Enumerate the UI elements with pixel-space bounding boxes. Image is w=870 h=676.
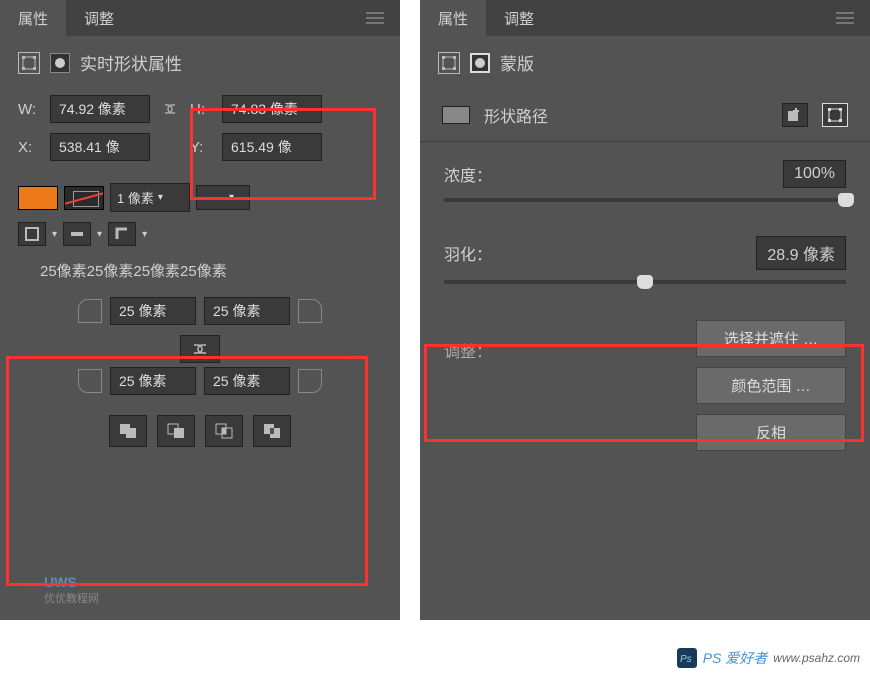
mask-indicator-icon bbox=[50, 53, 70, 73]
invert-button[interactable]: 反相 bbox=[696, 414, 846, 451]
panel-menu-icon[interactable] bbox=[358, 8, 392, 28]
stroke-style-dropdown[interactable]: — ▾ bbox=[196, 185, 250, 210]
pathop-exclude-icon[interactable] bbox=[253, 415, 291, 447]
y-input[interactable] bbox=[222, 133, 322, 161]
stroke-swatch[interactable] bbox=[64, 186, 104, 210]
fill-stroke-row: 1 像素 ▾ — ▾ bbox=[0, 177, 400, 218]
width-label: W: bbox=[18, 101, 42, 118]
height-label: H: bbox=[190, 101, 214, 118]
x-input[interactable] bbox=[50, 133, 150, 161]
x-label: X: bbox=[18, 139, 42, 156]
refine-buttons: 选择并遮住 … 颜色范围 … 反相 bbox=[516, 320, 870, 471]
watermark-right: Ps PS 爱好者 www.psahz.com bbox=[677, 648, 860, 668]
add-vector-mask-icon[interactable] bbox=[822, 103, 848, 127]
live-shape-icon bbox=[18, 52, 40, 74]
select-and-mask-button[interactable]: 选择并遮住 … bbox=[696, 320, 846, 357]
dimensions-group: W: H: X: Y: bbox=[0, 89, 400, 177]
density-slider[interactable] bbox=[444, 198, 846, 202]
panel-menu-icon[interactable] bbox=[828, 8, 862, 28]
chevron-down-icon: ▾ bbox=[158, 192, 163, 203]
link-corners-button[interactable] bbox=[180, 335, 220, 363]
chevron-down-icon[interactable]: ▾ bbox=[97, 229, 102, 240]
section-header: 实时形状属性 bbox=[0, 36, 400, 89]
mask-icon bbox=[470, 53, 490, 73]
watermark-left-brand: UWS bbox=[44, 574, 99, 590]
slider-thumb-icon[interactable] bbox=[637, 275, 653, 289]
stroke-style-value: — bbox=[212, 190, 225, 205]
corner-bl-input[interactable] bbox=[110, 367, 196, 395]
cap-butt-icon[interactable] bbox=[63, 222, 91, 246]
section-title: 蒙版 bbox=[500, 50, 534, 75]
slider-thumb-icon[interactable] bbox=[838, 193, 854, 207]
mask-subtype-row: 形状路径 bbox=[420, 89, 870, 142]
density-block: 浓度： 100% bbox=[420, 142, 870, 218]
corner-bl-icon bbox=[78, 369, 102, 393]
path-operations-row bbox=[18, 405, 382, 461]
width-input[interactable] bbox=[50, 95, 150, 123]
chevron-down-icon[interactable]: ▾ bbox=[52, 229, 57, 240]
corner-radius-group bbox=[0, 291, 400, 467]
section-title: 实时形状属性 bbox=[80, 50, 182, 75]
feather-block: 羽化： 28.9 像素 bbox=[420, 218, 870, 300]
feather-label: 羽化： bbox=[444, 241, 492, 265]
watermark-right-brand: PS 爱好者 bbox=[703, 648, 768, 668]
tab-properties[interactable]: 属性 bbox=[420, 0, 486, 37]
corner-tl-input[interactable] bbox=[110, 297, 196, 325]
align-row: ▾ ▾ ▾ bbox=[0, 218, 400, 250]
tab-adjustments[interactable]: 调整 bbox=[66, 0, 132, 37]
panel-tabs: 属性 调整 bbox=[420, 0, 870, 36]
corner-summary: 25像素25像素25像素25像素 bbox=[0, 250, 400, 291]
mask-thumb-icon bbox=[442, 106, 470, 124]
corner-tl-icon bbox=[78, 299, 102, 323]
watermark-right-url: www.psahz.com bbox=[773, 651, 860, 665]
feather-value[interactable]: 28.9 像素 bbox=[756, 236, 846, 270]
pathop-subtract-icon[interactable] bbox=[157, 415, 195, 447]
add-pixel-mask-icon[interactable] bbox=[782, 103, 808, 127]
fill-swatch[interactable] bbox=[18, 186, 58, 210]
pathop-intersect-icon[interactable] bbox=[205, 415, 243, 447]
ps-logo-icon: Ps bbox=[677, 648, 697, 668]
refine-label: 调整： bbox=[420, 320, 516, 368]
corner-tr-icon bbox=[298, 299, 322, 323]
tab-properties[interactable]: 属性 bbox=[0, 0, 66, 37]
chevron-down-icon[interactable]: ▾ bbox=[142, 229, 147, 240]
corner-miter-icon[interactable] bbox=[108, 222, 136, 246]
align-inside-icon[interactable] bbox=[18, 222, 46, 246]
corner-tr-input[interactable] bbox=[204, 297, 290, 325]
stroke-width-value: 1 像素 bbox=[117, 188, 154, 207]
stroke-width-dropdown[interactable]: 1 像素 ▾ bbox=[110, 183, 190, 212]
corner-br-icon bbox=[298, 369, 322, 393]
properties-panel-shape: 属性 调整 实时形状属性 W: H: X: Y: bbox=[0, 0, 400, 620]
corner-br-input[interactable] bbox=[204, 367, 290, 395]
panel-tabs: 属性 调整 bbox=[0, 0, 400, 36]
watermark-left-sub: 优优教程网 bbox=[44, 590, 99, 606]
feather-slider[interactable] bbox=[444, 280, 846, 284]
color-range-button[interactable]: 颜色范围 … bbox=[696, 367, 846, 404]
svg-text:Ps: Ps bbox=[680, 654, 692, 665]
density-value[interactable]: 100% bbox=[783, 160, 846, 188]
height-input[interactable] bbox=[222, 95, 322, 123]
pathop-combine-icon[interactable] bbox=[109, 415, 147, 447]
link-wh-icon[interactable] bbox=[158, 103, 182, 115]
live-shape-icon bbox=[438, 52, 460, 74]
properties-panel-mask: 属性 调整 蒙版 形状路径 浓度： 100% 羽化： bbox=[420, 0, 870, 620]
y-label: Y: bbox=[190, 139, 214, 156]
density-label: 浓度： bbox=[444, 162, 492, 186]
mask-subtype-label: 形状路径 bbox=[484, 103, 548, 127]
section-header: 蒙版 bbox=[420, 36, 870, 89]
watermark-left: UWS 优优教程网 bbox=[44, 574, 99, 606]
chevron-down-icon: ▾ bbox=[229, 192, 234, 203]
tab-adjustments[interactable]: 调整 bbox=[486, 0, 552, 37]
